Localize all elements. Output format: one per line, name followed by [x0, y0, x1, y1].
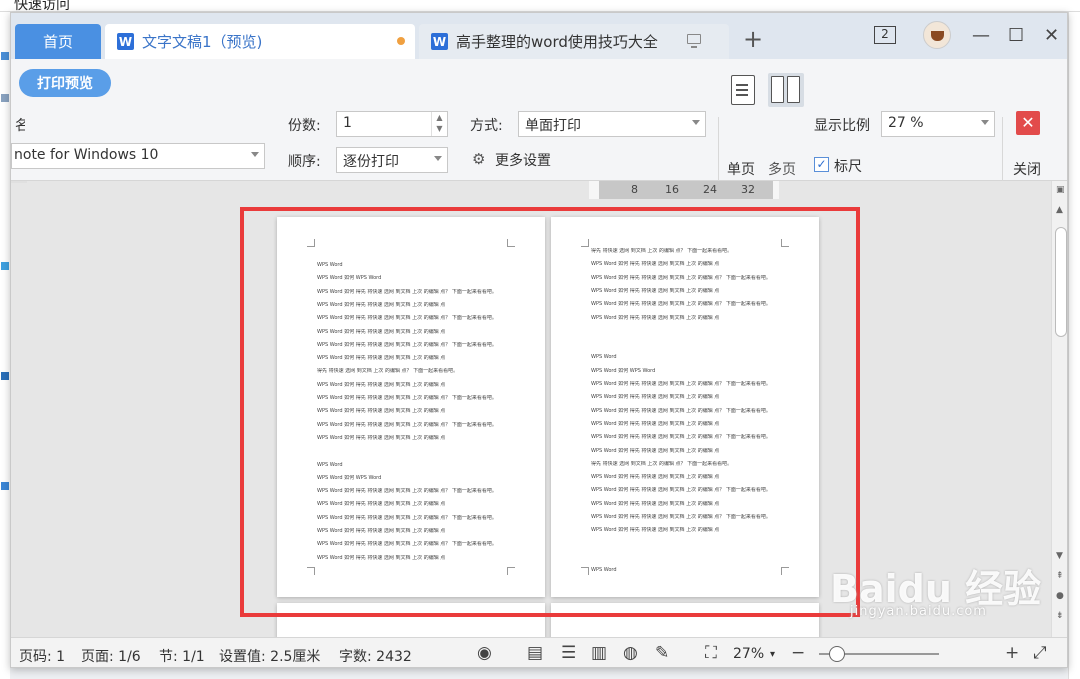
ruler-margin-marker[interactable] [773, 181, 779, 199]
stepper-icon[interactable]: ▲ ▼ [431, 112, 447, 136]
quick-access-label: 快速访问 [14, 0, 70, 12]
collapse-handle[interactable]: ‹ [11, 181, 27, 183]
zoom-select[interactable]: 27 % [881, 111, 995, 137]
avatar[interactable] [923, 21, 951, 49]
margin-setting: 设置值: 2.5厘米 [219, 649, 321, 665]
read-mode-icon[interactable]: ▥ [591, 643, 607, 663]
single-page-label[interactable]: 单页 [727, 159, 755, 179]
highlight-box [240, 207, 860, 617]
scroll-up-icon[interactable]: ▲ [1056, 205, 1063, 215]
vertical-scrollbar[interactable]: ▣ ▲ ▼ ⇞ ● ⇟ [1051, 181, 1067, 637]
order-select[interactable]: 逐份打印 [336, 147, 448, 173]
mode-select[interactable]: 单面打印 [518, 111, 706, 137]
zoom-label: 显示比例 [814, 118, 870, 134]
chevron-down-icon [692, 120, 700, 125]
ruler-margin-marker[interactable] [589, 181, 599, 199]
more-settings-link[interactable]: 更多设置 [495, 150, 551, 170]
tab-word-tips-label: 高手整理的word使用技巧大全 [456, 33, 658, 51]
page-number: 页码: 1 [19, 649, 66, 665]
monitor-icon [687, 34, 701, 48]
tab-document-preview[interactable]: W 文字文稿1（预览) [105, 24, 415, 59]
eye-icon[interactable]: ◉ [477, 643, 492, 663]
explorer-right-edge [1068, 12, 1080, 679]
tab-document-label: 文字文稿1（预览) [142, 33, 263, 51]
ruler-label[interactable]: 标尺 [834, 156, 862, 176]
section-info: 节: 1/1 [159, 649, 205, 665]
chevron-down-icon [251, 152, 259, 157]
mode-value: 单面打印 [525, 118, 581, 134]
zoom-percent[interactable]: 27% [733, 646, 764, 662]
close-preview-icon[interactable]: ✕ [1016, 111, 1040, 135]
scroll-thumb[interactable] [1055, 227, 1067, 337]
printer-select[interactable]: note for Windows 10 [11, 143, 265, 169]
copies-label: 份数: [288, 118, 321, 134]
page-count: 页面: 1/6 [81, 649, 141, 665]
minimize-icon[interactable]: — [972, 25, 990, 46]
explorer-strip: 快速访问 [0, 0, 1080, 12]
ruler-checkbox[interactable]: ✓ [814, 157, 829, 172]
word-doc-icon: W [431, 33, 448, 50]
word-doc-icon: W [117, 33, 134, 50]
web-view-icon[interactable]: ◍ [623, 643, 638, 663]
ruler-tick: 24 [703, 183, 717, 196]
folder-icon [1, 94, 9, 102]
ruler-tick: 16 [665, 183, 679, 196]
chevron-down-icon [434, 156, 442, 161]
single-page-icon[interactable] [731, 75, 755, 105]
film-icon [1, 372, 9, 380]
unsaved-dot-icon [397, 37, 405, 45]
fullscreen-icon[interactable]: ⤢ [1033, 643, 1047, 663]
cloud-icon [1, 262, 9, 270]
tab-home[interactable]: 首页 [15, 24, 101, 59]
explorer-sidebar [0, 12, 10, 679]
folder-icon [1, 52, 9, 60]
tab-bar: 首页 W 文字文稿1（预览) W 高手整理的word使用技巧大全 + 2 — ☐… [11, 13, 1067, 59]
ruler-tick: 32 [741, 183, 755, 196]
scroll-down-icon[interactable]: ▼ [1056, 551, 1063, 561]
zoom-value: 27 % [888, 115, 924, 131]
page-view-icon[interactable]: ▤ [527, 643, 543, 663]
chevron-down-icon [981, 120, 989, 125]
maximize-icon[interactable]: ☐ [1008, 25, 1024, 46]
chevron-down-icon[interactable]: ▾ [770, 649, 775, 660]
zoom-in-icon[interactable]: + [1005, 643, 1019, 663]
mode-label: 方式: [470, 118, 503, 134]
word-count: 字数: 2432 [339, 649, 412, 665]
watermark-url: jingyan.baidu.com [850, 604, 987, 619]
zoom-slider-knob[interactable] [829, 646, 845, 662]
add-tab-button[interactable]: + [743, 27, 763, 51]
printer-value: note for Windows 10 [14, 147, 159, 163]
scroll-top-icon[interactable]: ▣ [1056, 185, 1065, 195]
ruler-tick: 8 [631, 183, 638, 196]
scroll-dot-icon[interactable]: ● [1056, 591, 1064, 601]
ruler: 8 16 24 32 [589, 181, 779, 199]
pen-icon[interactable]: ✎ [655, 643, 669, 663]
print-preview-button[interactable]: 打印预览 [19, 69, 111, 97]
outline-view-icon[interactable]: ☰ [561, 643, 576, 663]
close-preview-label[interactable]: 关闭 [1013, 159, 1041, 179]
copies-value: 1 [343, 115, 352, 131]
printer-label: 名 [15, 115, 25, 135]
printer-settings-icon: ⚙ [472, 150, 486, 168]
scroll-page-down-icon[interactable]: ⇟ [1056, 611, 1064, 621]
copies-input[interactable]: 1 ▲ ▼ [336, 111, 448, 137]
order-label: 顺序: [288, 154, 321, 170]
print-preview-toolbar: 打印预览 名 note for Windows 10 份数: 1 ▲▼ 顺序: … [11, 59, 1067, 197]
tab-word-tips[interactable]: W 高手整理的word使用技巧大全 [419, 24, 729, 59]
close-window-icon[interactable]: ✕ [1044, 25, 1059, 46]
window-count-badge[interactable]: 2 [874, 26, 896, 44]
music-icon [1, 482, 9, 490]
status-bar: 页码: 1 页面: 1/6 节: 1/1 设置值: 2.5厘米 字数: 2432… [11, 637, 1067, 667]
multi-page-icon[interactable] [768, 73, 804, 107]
zoom-out-icon[interactable]: − [791, 643, 805, 663]
order-value: 逐份打印 [343, 154, 399, 170]
scroll-page-up-icon[interactable]: ⇞ [1056, 571, 1064, 581]
fit-page-icon[interactable]: ⛶ [705, 643, 717, 663]
multi-page-label[interactable]: 多页 [768, 159, 796, 179]
